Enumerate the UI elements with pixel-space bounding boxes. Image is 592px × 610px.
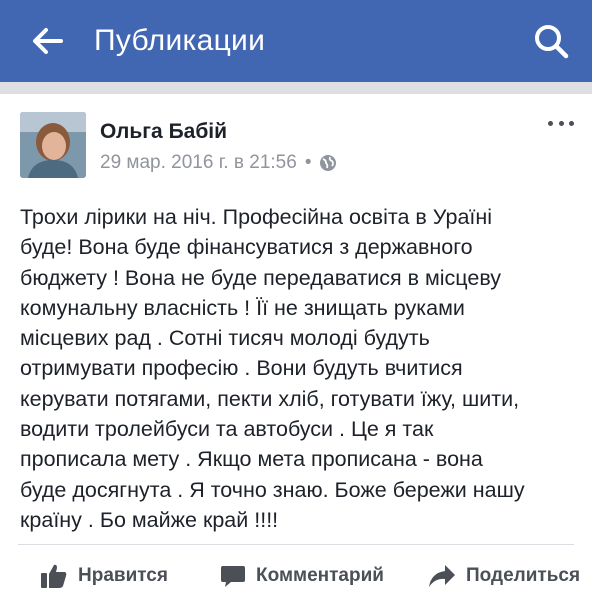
actions-divider [18,544,574,545]
author-name[interactable]: Ольга Бабій [100,120,227,144]
post-menu-button[interactable] [548,114,574,132]
post-text: Трохи лірики на ніч. Професійна освіта в… [20,205,525,532]
top-bar: Публикации [0,0,592,82]
comment-button[interactable]: Комментарий [220,556,384,596]
share-arrow-icon [429,565,455,587]
like-button[interactable]: Нравится [40,556,168,596]
post-actions: Нравится Комментарий Поделиться [0,556,592,596]
comment-label: Комментарий [256,565,384,586]
page-title: Публикации [94,24,266,57]
more-dot [569,120,574,126]
post-card: Ольга Бабій 29 мар. 2016 г. в 21:56 • Тр… [0,94,592,610]
thumbs-up-icon [41,564,67,588]
share-button[interactable]: Поделиться [428,556,580,596]
search-button[interactable] [530,20,572,62]
post-meta: 29 мар. 2016 г. в 21:56 • [100,152,337,174]
arrow-left-icon [33,28,63,54]
more-dots-icon [548,120,553,126]
share-label: Поделиться [466,565,581,586]
like-label: Нравится [78,565,168,586]
post-timestamp[interactable]: 29 мар. 2016 г. в 21:56 [100,152,297,174]
avatar[interactable] [20,112,86,178]
avatar-photo [20,112,86,178]
speech-bubble-icon [221,566,245,587]
back-button[interactable] [26,20,68,62]
globe-icon [320,155,337,171]
more-dot [558,120,564,126]
search-icon [535,25,569,59]
feed-gap [0,82,592,94]
meta-separator: • [304,152,312,173]
